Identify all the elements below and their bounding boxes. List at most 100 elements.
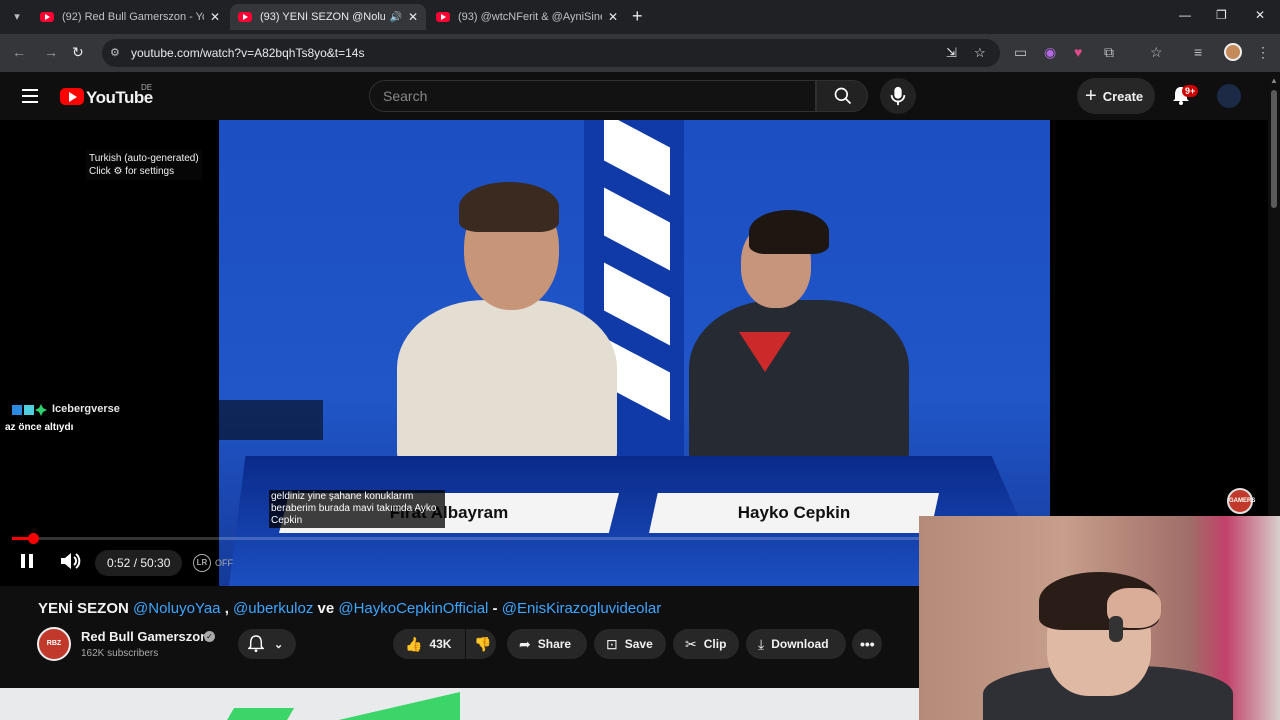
bookmarks-icon[interactable]: ☆: [1150, 44, 1163, 61]
title-separator: ,: [224, 600, 229, 617]
dislike-button[interactable]: 👎: [466, 629, 496, 659]
like-count: 43K: [429, 637, 452, 651]
youtube-favicon-icon: [238, 12, 252, 22]
chat-overlay: Icebergverse az önce altıydı: [0, 400, 323, 440]
mention-link[interactable]: @uberkuloz: [233, 600, 313, 617]
tab-search-icon[interactable]: ▾: [8, 8, 26, 26]
close-tab-icon[interactable]: ✕: [408, 10, 418, 24]
extension-icon[interactable]: ◉: [1044, 44, 1056, 61]
browser-tab-2[interactable]: (93) YENİ SEZON @NoluyoYaa 🔊 ✕: [230, 4, 426, 30]
chat-message: az önce altıydı: [5, 422, 74, 433]
bookmark-icon: ⊡: [606, 635, 618, 652]
back-icon[interactable]: ←: [12, 44, 26, 60]
preview-shape: [330, 692, 460, 720]
video-caption: geldiniz yine şahane konuklarım beraberi…: [269, 490, 445, 528]
download-icon: ⤓: [758, 635, 765, 652]
mention-link[interactable]: @HaykoCepkinOfficial: [338, 600, 488, 617]
bell-icon: [248, 635, 264, 653]
clip-label: Clip: [703, 637, 727, 651]
extension-icon[interactable]: ▭: [1014, 44, 1027, 61]
browser-tab-strip: ▾ (92) Red Bull Gamerszon - YouTube ✕ (9…: [0, 0, 1280, 34]
volume-icon[interactable]: [60, 552, 82, 570]
install-app-icon[interactable]: ⇲: [946, 45, 957, 61]
browser-tab-3[interactable]: (93) @wtcNFerit & @AyniSinem ✕: [428, 4, 626, 30]
browser-tab-1[interactable]: (92) Red Bull Gamerszon - YouTube ✕: [32, 4, 228, 30]
next-content-preview: [0, 688, 920, 720]
more-horizontal-icon: •••: [860, 636, 875, 652]
minimize-icon[interactable]: —: [1179, 8, 1191, 22]
host-right-figure: [689, 300, 909, 470]
reading-list-icon[interactable]: ≡: [1194, 44, 1202, 60]
lr-icon: LR: [193, 554, 211, 572]
forward-icon[interactable]: →: [44, 44, 58, 60]
close-tab-icon[interactable]: ✕: [608, 10, 618, 24]
new-tab-icon[interactable]: +: [632, 6, 643, 27]
chat-username: Icebergverse: [52, 403, 120, 415]
scrollbar-thumb[interactable]: [1271, 90, 1277, 208]
save-button[interactable]: ⊡ Save: [594, 629, 666, 659]
extensions-puzzle-icon[interactable]: ⧉: [1104, 44, 1114, 61]
menu-icon[interactable]: [22, 89, 38, 103]
captions-tooltip-line2: Click ⚙ for settings: [89, 166, 175, 177]
pause-icon[interactable]: [19, 552, 35, 570]
close-window-icon[interactable]: ✕: [1255, 8, 1265, 22]
browser-tab-title: (92) Red Bull Gamerszon - YouTube: [62, 11, 204, 23]
video-title: YENİ SEZON @NoluyoYaa , @uberkuloz ve @H…: [38, 600, 661, 617]
share-icon: ➦: [519, 635, 531, 652]
subscriber-count: 162K subscribers: [81, 648, 159, 659]
thumbs-down-icon: 👎: [474, 635, 492, 652]
youtube-favicon-icon: [40, 12, 54, 22]
captions-tooltip-line1: Turkish (auto-generated): [89, 153, 199, 164]
thumbs-up-icon: 👍: [405, 635, 423, 652]
url-text[interactable]: youtube.com/watch?v=A82bqhTs8yo&t=14s: [131, 46, 364, 60]
audio-playing-icon[interactable]: 🔊: [389, 12, 401, 23]
preview-shape: [225, 708, 295, 720]
voice-search-button[interactable]: [880, 78, 916, 114]
youtube-header: YouTube DE + Create 9+: [0, 72, 1268, 120]
download-button[interactable]: ⤓ Download: [746, 629, 846, 659]
title-separator: ve: [317, 600, 335, 617]
channel-name[interactable]: Red Bull Gamerszon: [81, 629, 208, 644]
scroll-up-icon[interactable]: ▲: [1270, 76, 1278, 85]
search-button[interactable]: [816, 80, 868, 112]
lr-toggle[interactable]: LR OFF: [193, 554, 233, 572]
backdrop-stripe: [604, 187, 670, 271]
mention-link[interactable]: @EnisKirazogluvideolar: [502, 600, 661, 617]
chevron-down-icon: ⌄: [274, 638, 284, 651]
share-label: Share: [537, 637, 572, 651]
title-prefix: YENİ SEZON: [38, 600, 129, 617]
scissors-icon: ✂: [685, 635, 697, 652]
bookmark-star-icon[interactable]: ☆: [974, 45, 986, 61]
verified-check-icon: ✓: [204, 631, 215, 642]
microphone-icon: [890, 86, 906, 106]
restore-icon[interactable]: ❐: [1216, 8, 1227, 22]
clip-button[interactable]: ✂ Clip: [673, 629, 739, 659]
youtube-logo-icon[interactable]: [60, 88, 84, 105]
region-code: DE: [141, 83, 153, 92]
channel-avatar[interactable]: RBZ: [37, 627, 71, 661]
account-avatar[interactable]: [1217, 84, 1241, 108]
mention-link[interactable]: @NoluyoYaa: [133, 600, 221, 617]
more-actions-button[interactable]: •••: [852, 629, 882, 659]
site-info-icon[interactable]: ⚙: [110, 46, 124, 60]
notification-badge: 9+: [1182, 85, 1199, 97]
browser-toolbar: ← → ↻ ⚙ youtube.com/watch?v=A82bqhTs8yo&…: [0, 34, 1280, 72]
progress-scrubber[interactable]: [28, 533, 40, 544]
captions-tooltip: Turkish (auto-generated) Click ⚙ for set…: [86, 150, 202, 180]
more-menu-icon[interactable]: ⋮: [1256, 44, 1270, 61]
search-input[interactable]: [383, 88, 783, 104]
create-button[interactable]: + Create: [1077, 78, 1155, 114]
subscription-bell-button[interactable]: ⌄: [238, 629, 296, 659]
share-button[interactable]: ➦ Share: [507, 629, 587, 659]
profile-avatar[interactable]: [1224, 43, 1242, 61]
channel-watermark[interactable]: GAMERS ZON: [1227, 488, 1255, 526]
address-bar[interactable]: ⚙ youtube.com/watch?v=A82bqhTs8yo&t=14s …: [102, 39, 1000, 67]
extension-icon[interactable]: ♥: [1074, 44, 1082, 60]
reload-icon[interactable]: ↻: [72, 44, 84, 61]
plus-icon: +: [1085, 84, 1097, 107]
browser-tab-title: (93) YENİ SEZON @NoluyoYaa: [260, 11, 386, 23]
browser-tab-title: (93) @wtcNFerit & @AyniSinem: [458, 11, 602, 23]
close-tab-icon[interactable]: ✕: [210, 10, 220, 24]
host-left-hair: [459, 182, 559, 232]
like-button[interactable]: 👍 43K: [393, 629, 465, 659]
